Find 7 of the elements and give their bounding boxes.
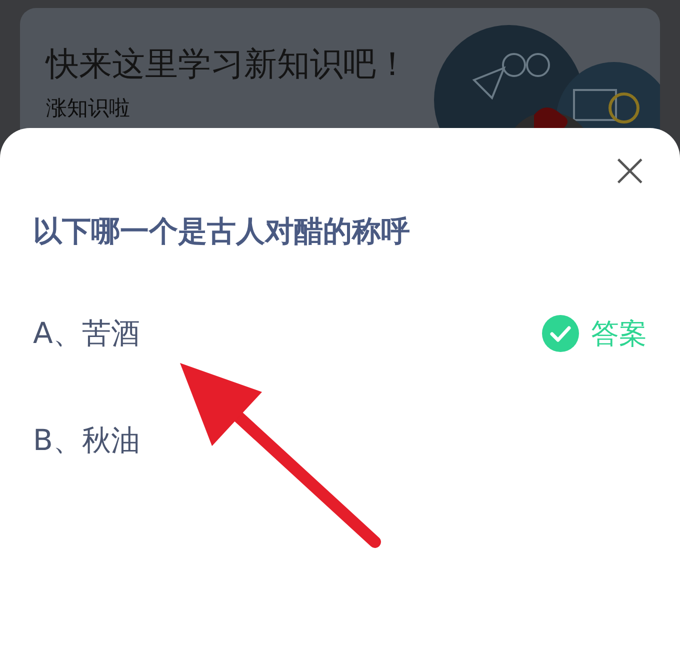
banner-subtitle: 涨知识啦 (46, 95, 130, 122)
option-text[interactable]: B、秋油 (33, 420, 647, 460)
answer-label: 答案 (591, 316, 647, 352)
option-text[interactable]: A、苦酒 (33, 314, 542, 354)
banner-title: 快来这里学习新知识吧！ (46, 43, 409, 85)
question-text: 以下哪一个是古人对醋的称呼 (33, 213, 410, 250)
close-button[interactable]: × (606, 146, 654, 194)
